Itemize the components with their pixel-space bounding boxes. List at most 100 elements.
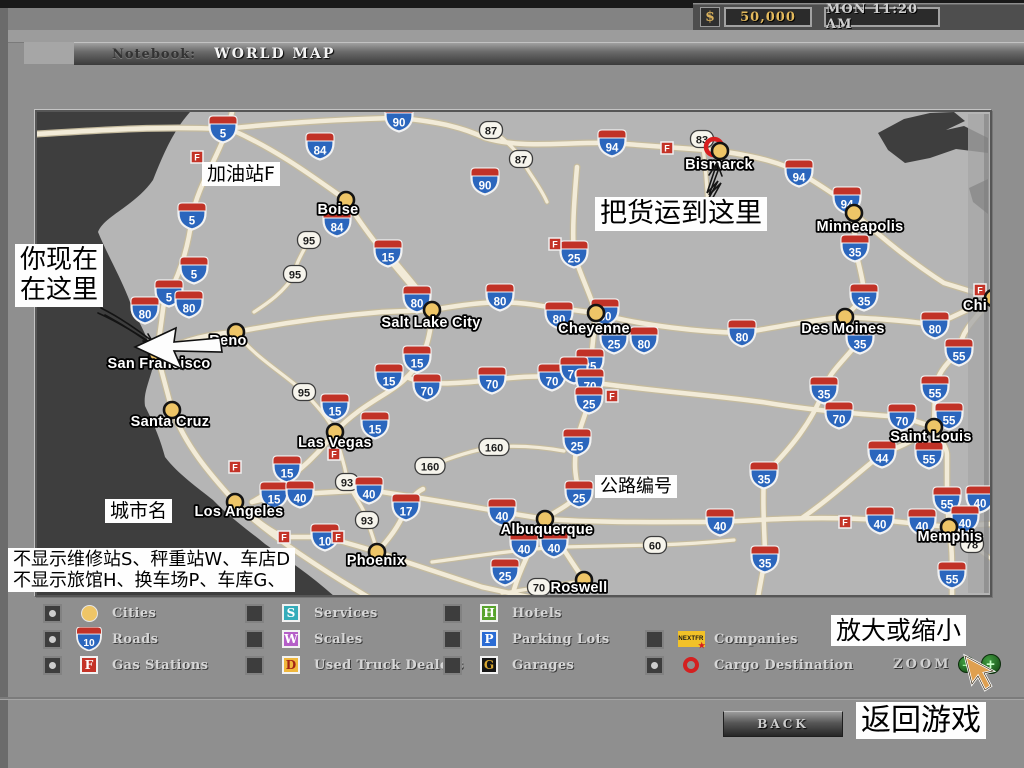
svg-text:160: 160 bbox=[421, 462, 439, 474]
svg-text:F: F bbox=[232, 463, 238, 473]
svg-text:40: 40 bbox=[518, 545, 531, 557]
svg-text:84: 84 bbox=[331, 223, 344, 235]
svg-text:55: 55 bbox=[953, 352, 966, 364]
left-edge-shading bbox=[0, 8, 8, 768]
legend-label-services: Services bbox=[314, 606, 378, 621]
notebook-header: Notebook: WORLD MAP bbox=[74, 42, 1024, 65]
us-route-shield-60: 60 bbox=[644, 537, 667, 554]
svg-text:25: 25 bbox=[499, 572, 512, 584]
svg-text:5: 5 bbox=[189, 216, 196, 228]
legend-checkbox-cities[interactable] bbox=[43, 604, 62, 623]
legend-checkbox-roads[interactable] bbox=[43, 630, 62, 649]
legend-icon-slot: G bbox=[474, 656, 504, 674]
svg-text:80: 80 bbox=[139, 310, 152, 322]
svg-text:5: 5 bbox=[191, 270, 198, 282]
datetime-display: MON 11:20 AM bbox=[824, 7, 940, 27]
cargo-destination-note: 把货运到这里 bbox=[595, 197, 767, 231]
us-route-shield-95: 95 bbox=[284, 266, 307, 283]
gas-station-marker: F bbox=[661, 142, 673, 154]
legend-checkbox-cargo-destination[interactable] bbox=[645, 656, 664, 675]
legend-column-4: NEXTFR★CompaniesCargo Destination bbox=[645, 600, 853, 678]
legend-icon-slot bbox=[676, 657, 706, 673]
interstate-shield-55: 55 bbox=[916, 443, 943, 469]
legend-icon-slot: D bbox=[276, 656, 306, 674]
legend-checkbox-used-truck-dealers[interactable] bbox=[245, 656, 264, 675]
svg-text:160: 160 bbox=[485, 443, 503, 455]
svg-text:95: 95 bbox=[298, 388, 310, 400]
svg-text:F: F bbox=[609, 392, 615, 402]
legend-checkbox-scales[interactable] bbox=[245, 630, 264, 649]
legend-checkbox-hotels[interactable] bbox=[443, 604, 462, 623]
interstate-shield-55: 55 bbox=[946, 340, 973, 366]
legend-checkbox-gas-stations[interactable] bbox=[43, 656, 62, 675]
svg-text:94: 94 bbox=[793, 173, 806, 185]
interstate-shield-25: 25 bbox=[561, 242, 588, 268]
svg-text:10: 10 bbox=[83, 638, 95, 649]
back-button[interactable]: BACK bbox=[723, 711, 843, 737]
gas-station-marker: F bbox=[229, 461, 241, 473]
legend-checkbox-parking-lots[interactable] bbox=[443, 630, 462, 649]
interstate-shield-25: 25 bbox=[492, 560, 519, 586]
legend-label-hotels: Hotels bbox=[512, 606, 562, 621]
hotels-icon: H bbox=[480, 604, 498, 622]
us-route-shield-160: 160 bbox=[415, 458, 445, 475]
legend-icon-slot: 10 bbox=[74, 627, 104, 651]
svg-text:15: 15 bbox=[382, 253, 395, 265]
svg-text:70: 70 bbox=[896, 417, 909, 429]
svg-text:55: 55 bbox=[923, 455, 936, 467]
svg-text:35: 35 bbox=[759, 559, 772, 571]
svg-text:55: 55 bbox=[946, 575, 959, 587]
svg-text:15: 15 bbox=[329, 407, 342, 419]
interstate-shield-40: 40 bbox=[287, 482, 314, 508]
city-label-cheyenne: Cheyenne bbox=[558, 321, 630, 337]
interstate-shield-35: 35 bbox=[811, 378, 838, 404]
svg-text:40: 40 bbox=[874, 520, 887, 532]
city-label-boise: Boise bbox=[318, 202, 359, 218]
legend-icon-slot: NEXTFR★ bbox=[676, 631, 706, 647]
game-screen: $ 50,000 MON 11:20 AM Notebook: WORLD MA… bbox=[0, 0, 1024, 768]
page-title: WORLD MAP bbox=[214, 46, 335, 62]
gas-station-marker: F bbox=[278, 531, 290, 543]
interstate-shield-25: 25 bbox=[564, 430, 591, 456]
legend-row-cargo-destination: Cargo Destination bbox=[645, 652, 853, 678]
cargo-icon bbox=[683, 657, 699, 673]
world-map-canvas: 8787959595839393160160607078590908484551… bbox=[37, 112, 990, 595]
svg-text:35: 35 bbox=[858, 297, 871, 309]
city-label-des-moines: Des Moines bbox=[801, 321, 885, 337]
svg-text:87: 87 bbox=[515, 155, 527, 167]
svg-text:F: F bbox=[664, 144, 670, 154]
legend-checkbox-garages[interactable] bbox=[443, 656, 462, 675]
money-icon: $ bbox=[700, 7, 720, 27]
svg-text:90: 90 bbox=[479, 181, 492, 193]
svg-text:40: 40 bbox=[714, 522, 727, 534]
svg-text:25: 25 bbox=[608, 340, 621, 352]
legend-checkbox-companies[interactable] bbox=[645, 630, 664, 649]
svg-text:F: F bbox=[281, 533, 287, 543]
legend-label-gas-stations: Gas Stations bbox=[112, 658, 208, 673]
svg-text:F: F bbox=[331, 450, 337, 460]
gas-station-marker: F bbox=[839, 516, 851, 528]
svg-text:35: 35 bbox=[818, 390, 831, 402]
legend-column-2: SServicesWScalesDUsed Truck Dealers bbox=[245, 600, 464, 678]
gas-station-marker: F bbox=[549, 238, 561, 250]
svg-text:15: 15 bbox=[281, 469, 294, 481]
world-map[interactable]: 8787959595839393160160607078590908484551… bbox=[35, 110, 992, 597]
interstate-shield-80: 80 bbox=[631, 328, 658, 354]
city-label-saint-louis: Saint Louis bbox=[890, 429, 971, 445]
svg-text:35: 35 bbox=[854, 340, 867, 352]
legend-label-cargo-destination: Cargo Destination bbox=[714, 658, 853, 673]
legend-label-garages: Garages bbox=[512, 658, 574, 673]
svg-text:70: 70 bbox=[833, 415, 846, 427]
zoom-in-button[interactable]: + bbox=[981, 654, 1001, 674]
svg-text:80: 80 bbox=[183, 304, 196, 316]
legend-label-cities: Cities bbox=[112, 606, 156, 621]
zoom-out-button[interactable]: – bbox=[958, 656, 975, 673]
garages-icon: G bbox=[480, 656, 498, 674]
gas-station-marker: F bbox=[606, 390, 618, 402]
us-route-shield-87: 87 bbox=[480, 122, 503, 139]
money-display: 50,000 bbox=[724, 7, 812, 27]
interstate-shield-15: 15 bbox=[322, 395, 349, 421]
svg-text:87: 87 bbox=[485, 126, 497, 138]
legend-checkbox-services[interactable] bbox=[245, 604, 264, 623]
interstate-shield-90: 90 bbox=[472, 169, 499, 195]
